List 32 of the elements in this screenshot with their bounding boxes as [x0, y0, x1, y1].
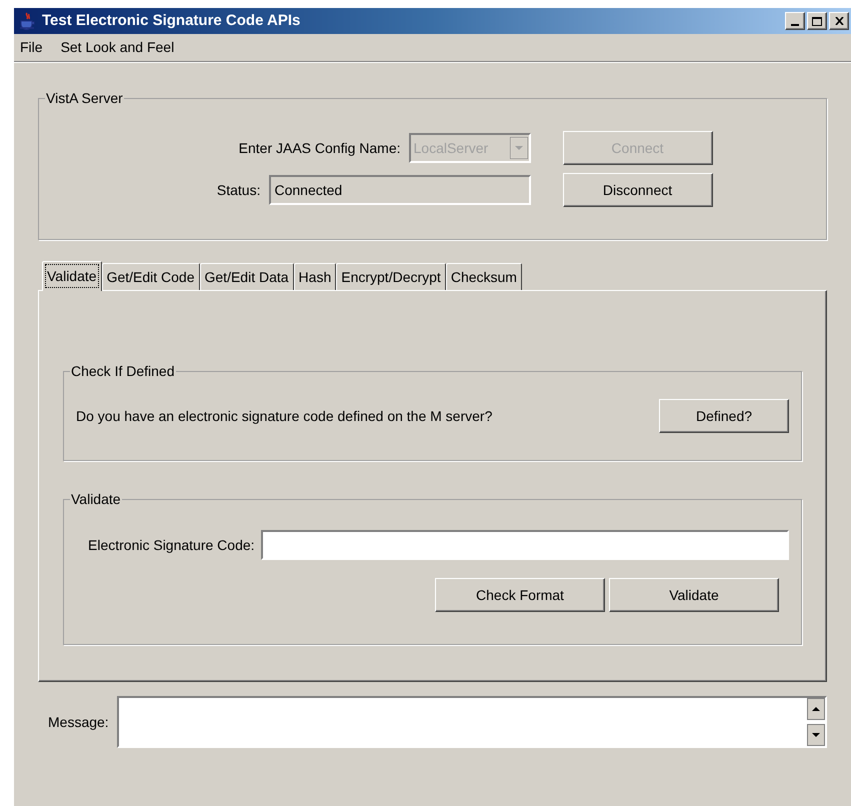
field-label: Electronic Signature Code:	[87, 536, 255, 555]
question-text: Do you have an electronic signature code defined on the M server?	[76, 406, 492, 426]
signature-code-field[interactable]	[260, 530, 789, 560]
close-icon	[834, 17, 844, 25]
push-button[interactable]: Validate	[609, 578, 779, 612]
scroll-down-icon[interactable]	[807, 724, 825, 746]
push-button[interactable]: Check Format	[435, 578, 605, 612]
window-title: Test Electronic Signature Code APIs	[42, 10, 300, 31]
tab[interactable]: Get/Edit Code	[102, 263, 200, 290]
tab[interactable]: Checksum	[446, 263, 522, 290]
tab[interactable]: Hash	[294, 263, 336, 290]
menu-item[interactable]: Set Look and Feel	[60, 37, 174, 58]
cup-icon	[18, 12, 36, 30]
maximize-button[interactable]	[807, 12, 827, 30]
message-area[interactable]	[116, 696, 827, 748]
tab[interactable]: Encrypt/Decrypt	[336, 263, 446, 290]
scroll-bar[interactable]	[807, 698, 825, 746]
scroll-up-icon[interactable]	[807, 698, 825, 720]
field-label: Enter JAAS Config Name:	[238, 138, 400, 158]
push-button[interactable]: Disconnect	[562, 173, 712, 207]
minimize-icon	[791, 24, 799, 26]
dropdown-arrow-icon	[510, 137, 528, 159]
tab[interactable]: Validate	[42, 261, 102, 291]
field-label: Message:	[47, 712, 109, 732]
minimize-button[interactable]	[785, 12, 805, 30]
close-button[interactable]	[829, 12, 849, 30]
push-button[interactable]: Defined?	[659, 399, 789, 433]
menu-item[interactable]: File	[20, 37, 43, 58]
tab[interactable]: Get/Edit Data	[200, 263, 294, 290]
maximize-icon	[812, 16, 822, 26]
status-field: Connected	[268, 175, 530, 205]
field-label: Status:	[216, 180, 260, 200]
